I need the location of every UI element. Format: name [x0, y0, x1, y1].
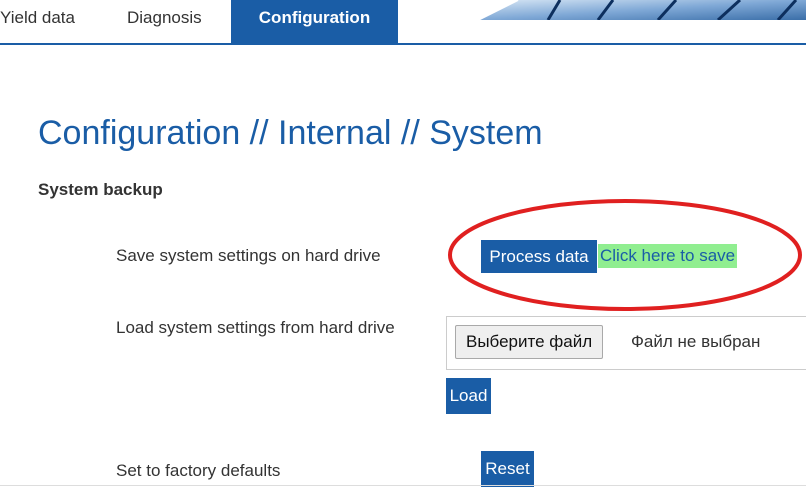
top-navigation: Yield data Diagnosis Configuration	[0, 0, 806, 45]
solar-panel-banner-image	[478, 0, 806, 20]
file-input[interactable]: Выберите файл Файл не выбран	[446, 316, 806, 370]
tab-diagnosis[interactable]: Diagnosis	[127, 0, 217, 44]
nav-underline	[0, 43, 806, 45]
tab-yield-data[interactable]: Yield data	[0, 0, 100, 44]
save-settings-label: Save system settings on hard drive	[116, 246, 381, 265]
section-title-system-backup: System backup	[38, 180, 163, 199]
choose-file-button[interactable]: Выберите файл	[455, 325, 604, 359]
click-here-to-save-link[interactable]: Click here to save	[598, 244, 738, 268]
file-status-text: Файл не выбран	[631, 332, 761, 351]
process-data-button[interactable]: Process data	[481, 240, 597, 273]
bottom-divider	[0, 485, 806, 486]
load-settings-label: Load system settings from hard drive	[116, 318, 395, 337]
reset-button[interactable]: Reset	[481, 451, 534, 487]
page-title: Configuration // Internal // System	[38, 114, 543, 152]
load-button[interactable]: Load	[446, 378, 491, 414]
tab-configuration[interactable]: Configuration	[231, 0, 398, 45]
factory-defaults-label: Set to factory defaults	[116, 461, 281, 480]
